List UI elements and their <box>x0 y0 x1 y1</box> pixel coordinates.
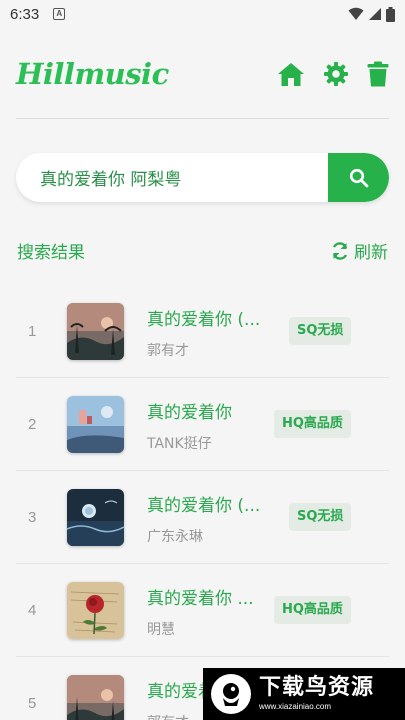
wifi-icon <box>348 7 364 20</box>
quality-badge: SQ无损 <box>289 503 352 531</box>
status-bar: 6:33 A <box>0 0 405 28</box>
app-logo: Hillmusic <box>16 57 169 91</box>
song-title: 真的爱着你 ... <box>147 589 254 609</box>
quality-badge: HQ高品质 <box>274 596 351 624</box>
list-item[interactable]: 3 真的爱着你 (... 广东永琳 SQ无损 <box>16 471 389 564</box>
album-cover <box>67 303 124 360</box>
search-icon <box>349 168 368 187</box>
refresh-label: 刷新 <box>354 243 388 263</box>
settings-icon[interactable] <box>323 61 349 87</box>
album-cover <box>67 582 124 639</box>
song-title: 真的爱着你 <box>147 403 232 423</box>
trash-icon[interactable] <box>367 61 389 87</box>
watermark-name: 下载鸟资源 <box>259 675 375 700</box>
quality-badge: SQ无损 <box>289 317 352 345</box>
list-item[interactable]: 1 真的爱着你 (... 郭有才 SQ无损 <box>16 285 389 378</box>
header-divider <box>16 118 389 119</box>
search-button[interactable] <box>328 153 389 202</box>
watermark-text: 下载鸟资源 www.xiazainiao.com <box>259 675 374 713</box>
watermark-url: www.xiazainiao.com <box>259 702 332 711</box>
search-bar <box>16 153 389 202</box>
album-cover <box>67 489 124 546</box>
song-artist: TANK挺仔 <box>147 436 212 452</box>
status-time: 6:33 <box>10 5 40 23</box>
watermark-overlay: 下载鸟资源 www.xiazainiao.com <box>203 668 405 720</box>
search-input[interactable] <box>16 167 328 188</box>
song-title: 真的爱着你 (... <box>147 310 261 330</box>
item-index: 1 <box>28 323 37 340</box>
list-item[interactable]: 4 真的爱着你 ... 明慧 HQ高品质 <box>16 564 389 657</box>
status-icons <box>348 6 395 22</box>
song-artist: 郭有才 <box>147 343 189 359</box>
header-actions <box>277 61 389 87</box>
refresh-icon <box>332 241 348 260</box>
list-item[interactable]: 2 真的爱着你 TANK挺仔 HQ高品质 <box>16 378 389 471</box>
item-index: 2 <box>28 416 37 433</box>
song-artist: 广东永琳 <box>147 529 203 545</box>
results-title: 搜索结果 <box>17 243 85 263</box>
battery-icon <box>386 6 395 22</box>
bird-logo-icon <box>211 674 251 714</box>
quality-badge: HQ高品质 <box>274 410 351 438</box>
home-icon[interactable] <box>277 61 305 87</box>
song-artist: 郭有才 <box>147 712 189 720</box>
notification-badge: A <box>53 8 66 20</box>
song-title: 真的爱着你 (... <box>147 496 261 516</box>
refresh-button[interactable]: 刷新 <box>331 238 388 263</box>
signal-icon <box>369 8 381 20</box>
app-header: Hillmusic <box>16 52 389 96</box>
item-index: 5 <box>28 695 37 712</box>
album-cover <box>67 675 124 720</box>
album-cover <box>67 396 124 453</box>
item-index: 3 <box>28 509 37 526</box>
item-index: 4 <box>28 602 37 619</box>
song-artist: 明慧 <box>147 622 175 638</box>
song-list: 1 真的爱着你 (... 郭有才 SQ无损 2 真的爱着你 TANK挺仔 HQ高… <box>16 285 389 720</box>
